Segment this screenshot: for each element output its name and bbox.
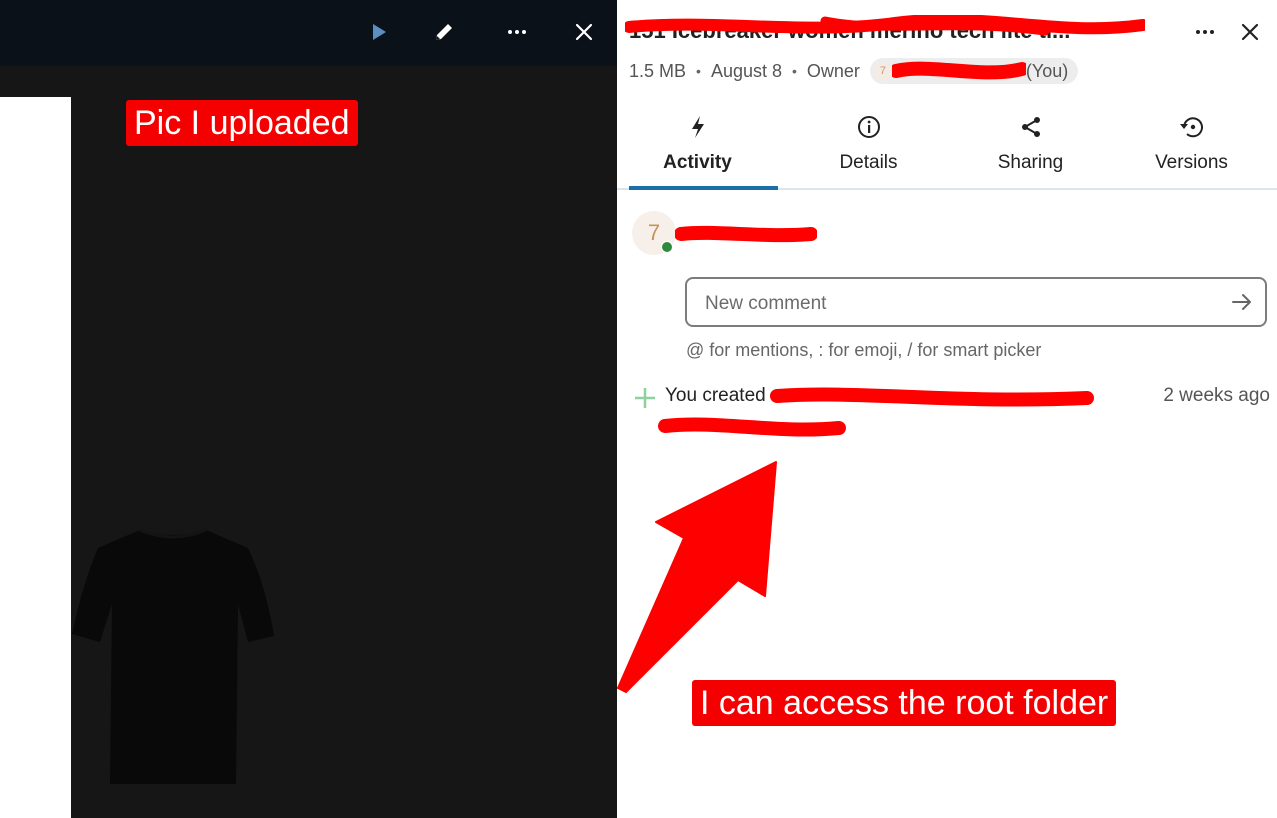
owner-chip[interactable]: 7 (You) [869,58,1079,84]
viewer-close-button[interactable] [566,14,602,50]
tab-label: Versions [1155,152,1228,173]
tab-versions[interactable]: Versions [1111,104,1272,188]
online-status-dot [661,241,673,253]
tab-label: Sharing [997,152,1064,173]
pencil-icon [436,24,452,40]
tab-activity[interactable]: Activity [617,104,778,190]
sidebar-tabs: Activity Details Sharing Versions [617,104,1277,190]
tab-sharing[interactable]: Sharing [950,104,1111,188]
owner-label: Owner [806,60,860,81]
owner-avatar: 7 [873,62,892,80]
edit-button[interactable] [426,14,462,50]
activity-redaction-scribble [658,387,1094,437]
owner-name-redaction-scribble [891,61,1026,80]
activity-time: 2 weeks ago [1163,385,1270,406]
more-horizontal-icon [1196,30,1214,34]
file-size: 1.5 MB [629,60,687,81]
send-comment-button[interactable] [1229,289,1255,315]
file-date: August 8 [710,60,782,81]
more-horizontal-icon [508,30,526,34]
viewer-toolbar [0,0,617,66]
share-icon [1021,117,1040,137]
sidebar-close-button[interactable] [1234,16,1266,48]
lightning-icon [691,116,704,138]
tab-label: Details [839,152,898,173]
arrow-right-icon [1232,294,1251,310]
user-name-redaction-scribble [675,225,817,243]
comment-hint: @ for mentions, : for emoji, / for smart… [686,340,1042,360]
plus-icon [635,388,655,408]
new-comment-input[interactable] [703,290,1207,318]
owner-you-label: (You) [1025,60,1069,81]
tab-label: Activity [663,152,732,173]
sidebar-more-button[interactable] [1189,16,1221,48]
close-icon [575,23,593,41]
separator-dot: • [792,63,797,79]
t-shirt-image [72,528,274,784]
play-icon [373,24,386,40]
tab-details[interactable]: Details [788,104,949,188]
info-icon [857,116,880,138]
separator-dot: • [696,63,701,79]
close-icon [1241,23,1259,41]
title-redaction-scribble [625,15,1145,36]
annotation-uploaded-label: Pic I uploaded [126,100,358,146]
history-icon [1179,117,1203,138]
more-actions-button[interactable] [499,14,535,50]
comment-box [685,277,1267,327]
annotation-root-folder-label: I can access the root folder [692,680,1117,726]
file-meta: 1.5 MB • August 8 • Owner 7 (You) [629,58,1079,84]
previous-image-edge [0,97,71,818]
slideshow-play-button[interactable] [361,14,397,50]
